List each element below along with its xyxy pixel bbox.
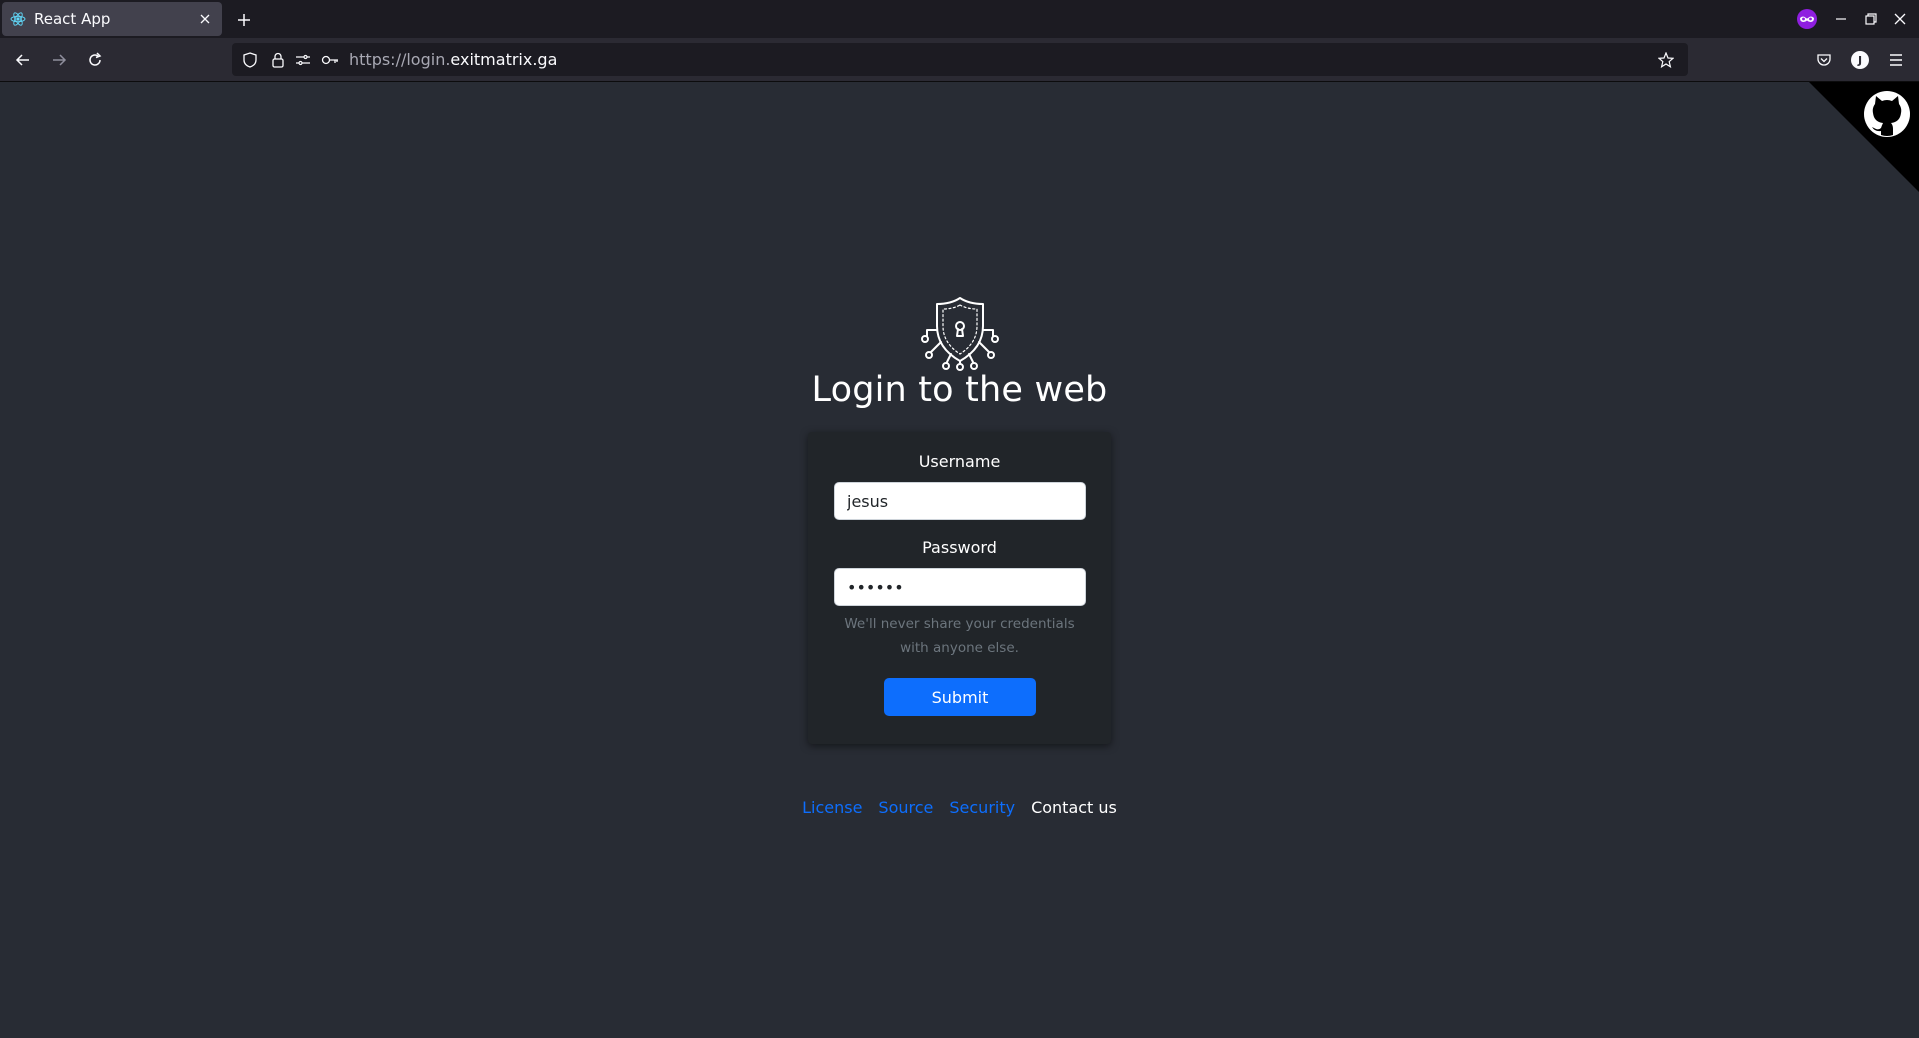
close-window-icon[interactable]	[1887, 6, 1913, 32]
url-domain: exitmatrix.ga	[450, 50, 558, 69]
minimize-window-icon[interactable]	[1828, 6, 1854, 32]
github-corner-link[interactable]	[1809, 82, 1919, 192]
github-octocat-icon	[1864, 91, 1910, 137]
reload-icon[interactable]	[81, 48, 109, 72]
new-tab-icon[interactable]	[232, 8, 256, 32]
pocket-icon[interactable]	[1812, 48, 1836, 72]
address-bar[interactable]: https://login.exitmatrix.ga	[232, 43, 1688, 76]
private-browsing-icon	[1794, 6, 1820, 32]
footer-links: License Source Security Contact us	[0, 798, 1919, 817]
key-icon[interactable]	[321, 51, 339, 69]
password-label: Password	[922, 538, 997, 557]
source-link[interactable]: Source	[878, 798, 933, 817]
back-icon[interactable]	[9, 48, 37, 72]
url-prefix: https://login.	[349, 50, 451, 69]
username-input[interactable]	[834, 482, 1086, 520]
restore-window-icon[interactable]	[1858, 6, 1884, 32]
security-shield-logo	[921, 297, 999, 371]
react-icon	[10, 11, 26, 27]
credentials-help-text: We'll never share your credentials with …	[844, 616, 1075, 656]
username-label: Username	[918, 452, 1001, 471]
url-text[interactable]: https://login.exitmatrix.ga	[349, 50, 557, 69]
page-content: Login to the web Username Password We'll…	[0, 82, 1919, 1038]
contact-us-link[interactable]: Contact us	[1031, 798, 1117, 817]
security-link[interactable]: Security	[949, 798, 1015, 817]
browser-tab[interactable]: React App	[2, 2, 222, 36]
license-link[interactable]: License	[802, 798, 862, 817]
account-avatar[interactable]: J	[1848, 48, 1872, 72]
permissions-icon[interactable]	[294, 51, 312, 69]
submit-button[interactable]: Submit	[884, 678, 1036, 716]
account-initial: J	[1851, 51, 1869, 69]
password-input[interactable]	[834, 568, 1086, 606]
browser-tab-bar: React App	[0, 0, 1919, 38]
tab-title: React App	[34, 10, 111, 28]
close-tab-icon[interactable]	[196, 10, 214, 28]
menu-hamburger-icon[interactable]	[1884, 48, 1908, 72]
forward-icon[interactable]	[45, 48, 73, 72]
browser-nav-bar: https://login.exitmatrix.ga J	[0, 38, 1919, 82]
tracking-protection-shield-icon[interactable]	[241, 51, 259, 69]
bookmark-star-icon[interactable]	[1657, 51, 1675, 69]
page-title: Login to the web	[811, 370, 1108, 410]
lock-icon[interactable]	[269, 51, 287, 69]
